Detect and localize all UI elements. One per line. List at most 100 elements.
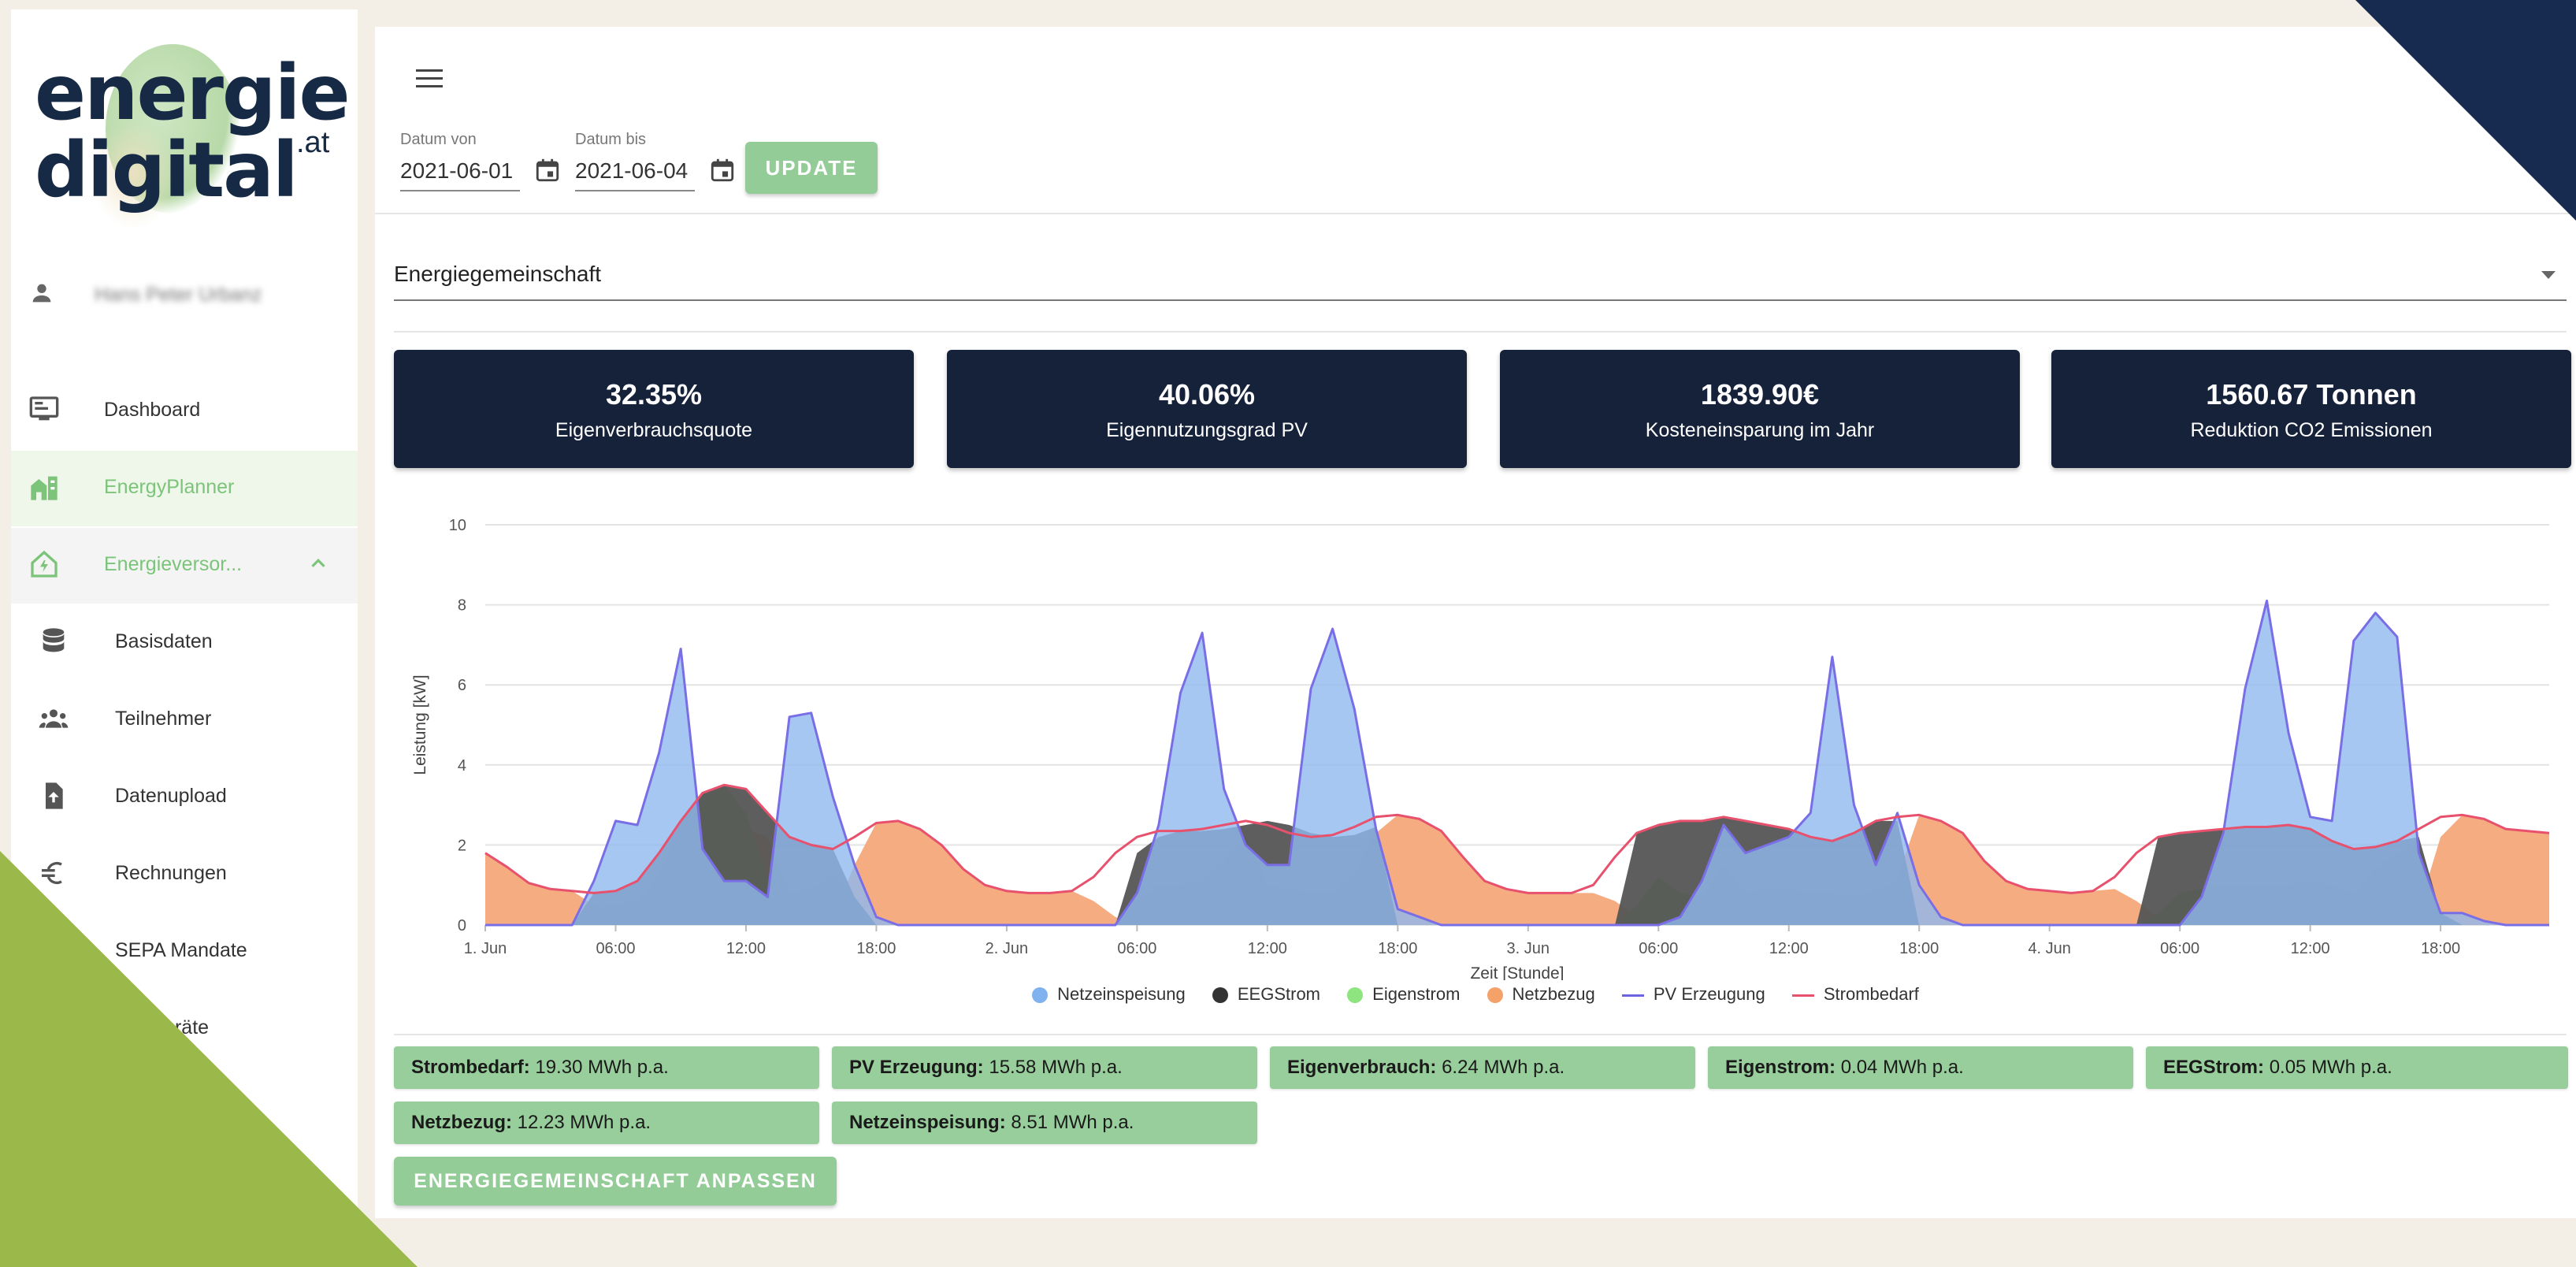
sidebar-item-basisdaten[interactable]: Basisdaten [11, 605, 358, 681]
y-tick-label: 2 [458, 837, 466, 854]
monitor-icon [29, 396, 59, 421]
y-tick-label: 4 [458, 757, 466, 775]
legend-item-eegstrom[interactable]: EEGStrom [1212, 984, 1320, 1005]
calendar-icon[interactable] [534, 157, 561, 184]
sidebar-item-energyplanner[interactable]: EnergyPlanner [11, 451, 358, 526]
stat-eigenstrom: Eigenstrom: 0.04 MWh p.a. [1708, 1046, 2133, 1089]
menu-icon[interactable] [416, 69, 443, 90]
legend-label: Netzeinspeisung [1057, 984, 1186, 1005]
legend-label: Eigenstrom [1372, 984, 1461, 1005]
stat-label: Strombedarf: [411, 1057, 530, 1078]
date-to-label: Datum bis [575, 131, 647, 148]
sidebar-item-energieversorger[interactable]: Energieversor... [11, 528, 358, 604]
x-tick-label: 12:00 [726, 940, 766, 957]
x-tick-label: 18:00 [1899, 940, 1939, 957]
legend-item-eigenstrom[interactable]: Eigenstrom [1347, 984, 1460, 1005]
calendar-icon[interactable] [709, 157, 736, 184]
x-tick-label: 06:00 [2160, 940, 2199, 957]
stat-value: 12.23 MWh p.a. [517, 1112, 651, 1133]
buildings-icon [31, 476, 58, 500]
stat-label: Eigenverbrauch: [1287, 1057, 1437, 1078]
divider [375, 213, 2576, 214]
dropdown-arrow-icon[interactable] [2541, 271, 2556, 279]
x-tick-label: 12:00 [1769, 940, 1809, 957]
y-tick-label: 0 [458, 917, 466, 934]
sidebar-item-teilnehmer[interactable]: Teilnehmer [11, 682, 358, 758]
adjust-community-button[interactable]: ENERGIEGEMEINSCHAFT ANPASSEN [394, 1157, 837, 1206]
stat-strombedarf: Strombedarf: 19.30 MWh p.a. [394, 1046, 819, 1089]
sidebar-item-label: Teilnehmer [115, 708, 212, 730]
date-from-value[interactable]: 2021-06-01 [400, 158, 520, 191]
stat-label: Eigenstrom: [1725, 1057, 1836, 1078]
kpi-label: Reduktion CO2 Emissionen [2190, 419, 2433, 441]
legend-dot-icon [1487, 987, 1503, 1004]
home-power-icon [31, 550, 58, 578]
stat-label: Netzbezug: [411, 1112, 512, 1133]
y-tick-label: 8 [458, 597, 466, 615]
x-tick-label: 06:00 [1639, 940, 1678, 957]
kpi-label: Eigenverbrauchsquote [555, 419, 753, 441]
stat-value: 0.05 MWh p.a. [2269, 1057, 2392, 1078]
legend-item-netzbezug[interactable]: Netzbezug [1487, 984, 1595, 1005]
date-to-value[interactable]: 2021-06-04 [575, 158, 695, 191]
database-icon [43, 628, 65, 652]
stat-value: 6.24 MWh p.a. [1442, 1057, 1565, 1078]
legend-line-icon [1621, 994, 1644, 997]
legend-item-netzeinspeisung[interactable]: Netzeinspeisung [1032, 984, 1186, 1005]
kpi-value: 40.06% [1158, 378, 1256, 411]
divider [394, 1034, 2567, 1035]
date-from-field[interactable]: Datum von 2021-06-01 [400, 131, 520, 191]
sidebar-item-dashboard[interactable]: Dashboard [11, 373, 358, 449]
user-profile[interactable]: Hans Peter Urbanz [11, 266, 358, 329]
stat-netzeinspeisung: Netzeinspeisung: 8.51 MWh p.a. [832, 1102, 1257, 1144]
legend-dot-icon [1347, 987, 1364, 1004]
community-select[interactable]: Energiegemeinschaft [394, 255, 2567, 301]
date-to-field[interactable]: Datum bis 2021-06-04 [575, 131, 695, 191]
legend-label: Strombedarf [1823, 984, 1919, 1005]
stat-value: 15.58 MWh p.a. [989, 1057, 1123, 1078]
chevron-up-icon[interactable] [306, 552, 330, 575]
update-button[interactable]: UPDATE [745, 142, 878, 194]
sidebar-item-datenupload[interactable]: Datenupload [11, 760, 358, 835]
logo-word-energie: energie [35, 49, 351, 137]
green-corner-decoration [0, 851, 418, 1267]
x-tick-label: 06:00 [1117, 940, 1156, 957]
person-icon [32, 284, 51, 303]
sidebar-item-label: EnergyPlanner [104, 476, 235, 498]
x-tick-label: 18:00 [856, 940, 896, 957]
x-tick-label: 18:00 [1378, 940, 1417, 957]
y-axis-label: Leistung [kW] [411, 674, 429, 775]
x-tick-label: 18:00 [2421, 940, 2460, 957]
x-tick-label: 06:00 [596, 940, 635, 957]
y-tick-label: 10 [449, 517, 466, 534]
stat-label: EEGStrom: [2163, 1057, 2265, 1078]
legend-label: Netzbezug [1512, 984, 1595, 1005]
x-tick-label: 12:00 [2291, 940, 2330, 957]
community-select-value: Energiegemeinschaft [394, 262, 602, 286]
legend-item-strombedarf[interactable]: Strombedarf [1791, 984, 1919, 1005]
stat-value: 8.51 MWh p.a. [1011, 1112, 1134, 1133]
logo-word-digital: digital [35, 126, 299, 214]
legend-label: PV Erzeugung [1653, 984, 1765, 1005]
stat-netzbezug: Netzbezug: 12.23 MWh p.a. [394, 1102, 819, 1144]
group-icon [39, 709, 69, 728]
stat-value: 0.04 MWh p.a. [1840, 1057, 1964, 1078]
x-tick-label: 12:00 [1248, 940, 1287, 957]
kpi-card-co2-reduktion: 1560.67 Tonnen Reduktion CO2 Emissionen [2051, 350, 2571, 468]
energie-digital-logo[interactable]: energie digital .at [35, 44, 351, 229]
user-name: Hans Peter Urbanz [95, 284, 262, 306]
kpi-card-eigenverbrauchsquote: 32.35% Eigenverbrauchsquote [394, 350, 914, 468]
main-content: Datum von 2021-06-01 Datum bis 2021-06-0… [375, 27, 2576, 1218]
kpi-card-eigennutzungsgrad: 40.06% Eigennutzungsgrad PV [947, 350, 1467, 468]
x-tick-label: 2. Jun [985, 940, 1028, 957]
stat-eigenverbrauch: Eigenverbrauch: 6.24 MWh p.a. [1270, 1046, 1695, 1089]
logo-suffix: .at [296, 126, 330, 159]
energy-chart[interactable]: 0 2 4 6 8 10 1. Jun 06:00 12:00 18:00 2. Jun 06:00 1… [394, 476, 2552, 980]
legend-dot-icon [1032, 987, 1049, 1004]
x-tick-label: 4. Jun [2028, 940, 2070, 957]
legend-item-pv-erzeugung[interactable]: PV Erzeugung [1621, 984, 1765, 1005]
stat-value: 19.30 MWh p.a. [535, 1057, 669, 1078]
divider [394, 331, 2567, 333]
area-netzeinspeisung [485, 600, 2549, 925]
file-upload-icon [46, 782, 63, 809]
